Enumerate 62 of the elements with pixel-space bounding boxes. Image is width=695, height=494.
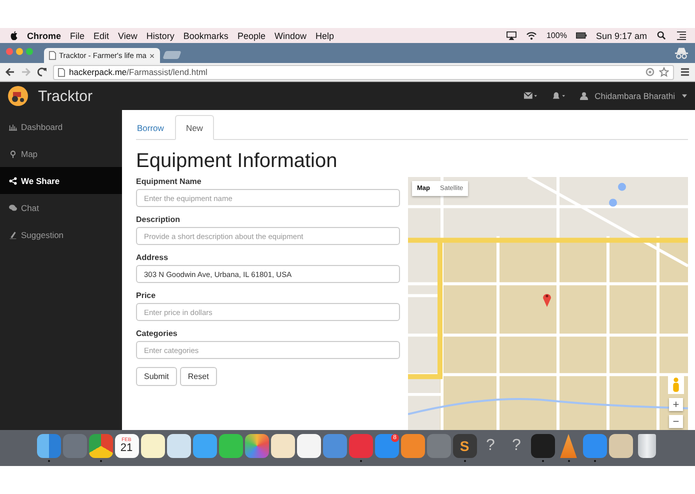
menu-item[interactable]: People	[237, 30, 266, 40]
brand-name[interactable]: Tracktor	[38, 88, 92, 104]
tab[interactable]: Borrow	[136, 115, 175, 140]
spy-icon[interactable]	[674, 47, 689, 60]
question-mark-icon[interactable]: ?	[478, 434, 502, 458]
star-icon[interactable]	[659, 67, 669, 77]
form-button[interactable]: Reset	[180, 367, 217, 386]
sidebar-item[interactable]: Chat	[0, 194, 122, 221]
search-icon[interactable]	[656, 31, 667, 40]
new-tab-button[interactable]	[162, 51, 182, 59]
person-icon[interactable]	[668, 376, 684, 394]
app-menu[interactable]: Chrome	[27, 30, 62, 40]
menu-item[interactable]: Window	[274, 30, 306, 40]
question-mark-icon[interactable]: ?	[504, 434, 528, 458]
field-label: Equipment Name	[136, 177, 202, 186]
user-icon[interactable]	[580, 92, 588, 100]
tab[interactable]: New	[174, 115, 214, 140]
caret-icon[interactable]	[682, 94, 687, 98]
tractor-logo-icon[interactable]	[8, 86, 28, 106]
sidebar-item[interactable]: Dashboard	[0, 113, 122, 140]
airplay-icon[interactable]	[506, 31, 518, 40]
chat-icon	[9, 204, 17, 212]
menu-item[interactable]: Help	[315, 30, 334, 40]
menu-icon[interactable]	[680, 67, 690, 77]
battery-icon[interactable]	[576, 31, 587, 40]
pen-icon	[9, 230, 17, 238]
editor-icon[interactable]: S	[452, 434, 476, 458]
wifi-icon[interactable]	[526, 31, 538, 40]
minimize-window-icon[interactable]	[16, 48, 23, 55]
menu-item[interactable]: Bookmarks	[183, 30, 228, 40]
list-icon[interactable]	[676, 31, 687, 40]
share-icon	[9, 176, 17, 184]
reload-icon[interactable]	[37, 67, 47, 77]
address-field[interactable]: hackerpack.me/Farmassist/lend.html	[53, 64, 674, 80]
pin-icon	[9, 150, 17, 158]
field-label: Description	[136, 215, 182, 224]
trash-icon[interactable]	[638, 434, 656, 458]
bell-icon[interactable]	[552, 92, 565, 100]
map-pin-icon	[542, 291, 552, 307]
battery-percent: 100%	[546, 31, 567, 40]
zoom-window-icon[interactable]	[26, 48, 33, 55]
field-label: Price	[136, 291, 157, 300]
sidebar-item[interactable]: Suggestion	[0, 221, 122, 248]
zoom-in-button[interactable]: +	[669, 398, 683, 411]
field-label: Address	[136, 253, 170, 262]
envelope-icon[interactable]	[524, 92, 537, 100]
menu-item[interactable]: Edit	[94, 30, 110, 40]
field-label: Categories	[136, 329, 178, 338]
user-name[interactable]: Chidambara Bharathi	[594, 91, 675, 101]
menu-item[interactable]: View	[118, 30, 138, 40]
apple-icon[interactable]	[10, 30, 18, 40]
sidebar-item[interactable]: Map	[0, 140, 122, 167]
zoom-out-button[interactable]: −	[669, 415, 683, 428]
back-icon[interactable]	[5, 67, 15, 77]
page-title: Equipment Information	[136, 150, 338, 173]
clock[interactable]: Sun 9:17 am	[596, 30, 647, 40]
menu-item[interactable]: History	[146, 30, 174, 40]
sidebar-item[interactable]: We Share	[0, 167, 122, 194]
menu-item[interactable]: File	[70, 30, 85, 40]
form-button[interactable]: Submit	[136, 367, 177, 386]
tab-close[interactable]: ×	[149, 50, 155, 60]
target-icon[interactable]	[645, 67, 655, 77]
